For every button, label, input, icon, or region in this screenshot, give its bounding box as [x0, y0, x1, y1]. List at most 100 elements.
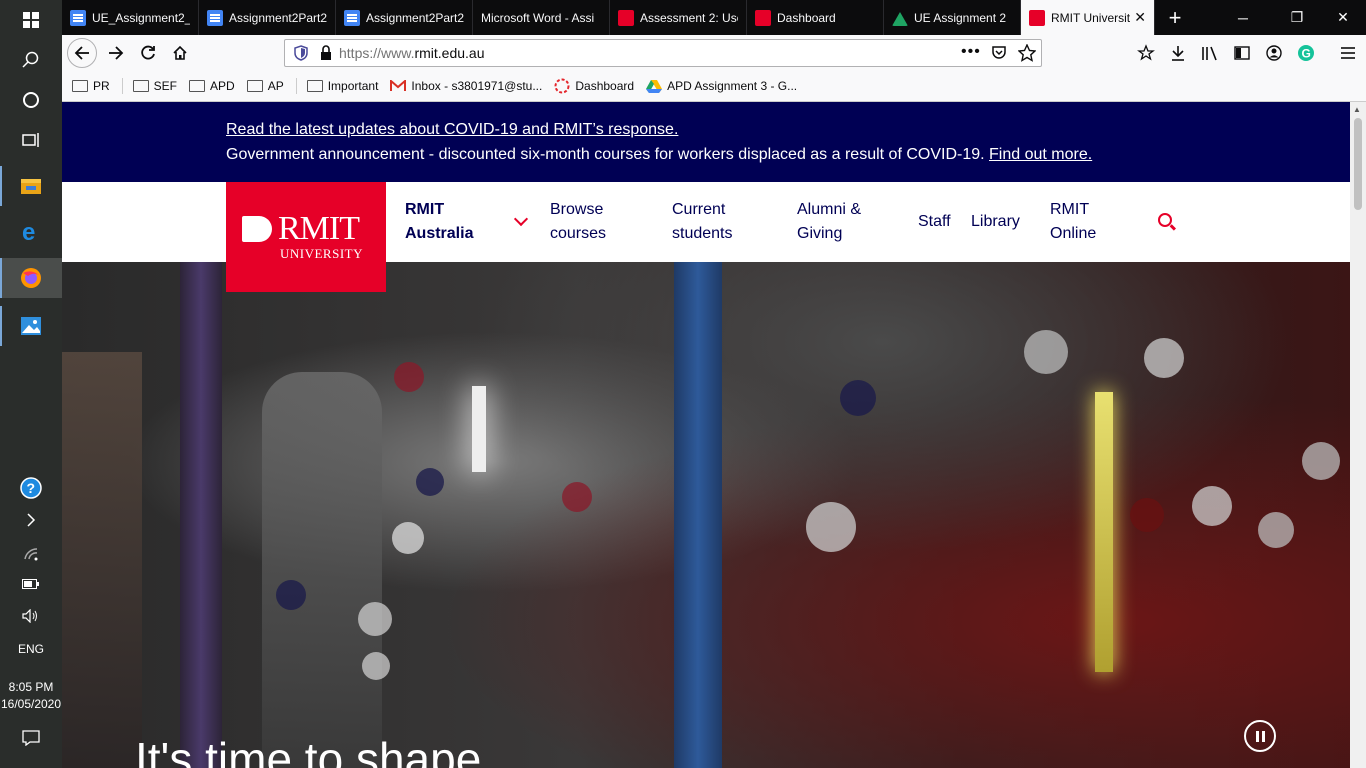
- hero-particle: [1130, 498, 1164, 532]
- page-actions-menu-icon[interactable]: •••: [961, 43, 981, 61]
- firefox-button[interactable]: [0, 258, 62, 298]
- volume-button[interactable]: [0, 596, 62, 636]
- navigation-toolbar: https://www.rmit.edu.au ••• G: [62, 35, 1366, 71]
- forward-button[interactable]: [102, 39, 130, 67]
- pocket-icon[interactable]: [991, 45, 1007, 61]
- tab-label: Assignment2Part2: [229, 10, 327, 25]
- bookmark-dashboard[interactable]: Dashboard: [554, 78, 634, 94]
- address-bar[interactable]: https://www.rmit.edu.au •••: [284, 39, 1042, 67]
- sidebar-button[interactable]: [1228, 39, 1256, 67]
- canvas-icon: [755, 9, 771, 26]
- bookmark-folder-apd[interactable]: APD: [189, 79, 235, 93]
- nav-browse-courses[interactable]: Browse courses: [550, 182, 606, 262]
- search-icon[interactable]: [1158, 213, 1172, 227]
- bookmark-folder-sef[interactable]: SEF: [132, 79, 177, 93]
- nav-staff[interactable]: Staff: [918, 182, 951, 262]
- tab-assignment2part2-a[interactable]: Assignment2Part2: [199, 0, 336, 35]
- hero-particle: [806, 502, 856, 552]
- grammarly-button[interactable]: G: [1292, 39, 1320, 67]
- page-scrollbar[interactable]: ▲: [1350, 102, 1366, 768]
- nav-library[interactable]: Library: [971, 182, 1020, 262]
- windows-taskbar: e ? ENG 8:05 PM 16/05/2020: [0, 0, 62, 768]
- bookmark-star-icon[interactable]: [1018, 44, 1036, 62]
- pause-video-button[interactable]: [1244, 720, 1276, 752]
- account-button[interactable]: [1260, 39, 1288, 67]
- bookmark-folder-ap[interactable]: AP: [246, 79, 284, 93]
- start-button[interactable]: [0, 0, 62, 40]
- bookmark-inbox[interactable]: Inbox - s3801971@stu...: [390, 79, 542, 93]
- tab-label: UE_Assignment2_: [92, 10, 190, 25]
- tab-label: Assignment2Part2: [366, 10, 464, 25]
- edge-icon: e: [22, 221, 35, 243]
- star-list-icon: [1137, 44, 1155, 61]
- google-docs-icon: [207, 9, 223, 26]
- tab-rmit-university[interactable]: RMIT Universit ✕: [1021, 0, 1155, 35]
- tab-microsoft-word[interactable]: Microsoft Word - Assi: [473, 0, 610, 35]
- reload-button[interactable]: [134, 39, 162, 67]
- library-button[interactable]: [1196, 39, 1224, 67]
- tab-ue-assignment2-drive[interactable]: UE Assignment 2: [884, 0, 1021, 35]
- covid-updates-link[interactable]: Read the latest updates about COVID-19 a…: [226, 121, 678, 139]
- minimize-button[interactable]: ─: [1220, 0, 1266, 35]
- bookmark-folder-important[interactable]: Important: [306, 79, 378, 93]
- file-explorer-button[interactable]: [0, 166, 62, 206]
- nav-label-line1: Current: [672, 201, 726, 218]
- close-tab-icon[interactable]: ✕: [1134, 9, 1146, 26]
- bookmark-apd-assignment3[interactable]: APD Assignment 3 - G...: [646, 79, 797, 93]
- tab-ue-assignment2[interactable]: UE_Assignment2_: [62, 0, 199, 35]
- task-view-icon: [22, 133, 39, 147]
- back-button[interactable]: [67, 38, 97, 68]
- wifi-icon: [24, 548, 38, 561]
- region-label-line1: RMIT: [405, 201, 445, 218]
- home-button[interactable]: [166, 39, 194, 67]
- hero-particle: [394, 362, 424, 392]
- clock-time[interactable]: 8:05 PM: [0, 680, 62, 694]
- rmit-icon: [1029, 9, 1045, 26]
- cortana-button[interactable]: [0, 80, 62, 120]
- bookmark-folder-pr[interactable]: PR: [72, 79, 110, 93]
- lock-icon[interactable]: [319, 45, 333, 61]
- scroll-up-arrow-icon[interactable]: ▲: [1353, 105, 1361, 114]
- edge-button[interactable]: e: [0, 212, 62, 252]
- logo-wordmark: RMIT: [278, 210, 360, 247]
- new-tab-button[interactable]: +: [1155, 0, 1195, 35]
- search-button[interactable]: [0, 40, 62, 80]
- nav-rmit-online[interactable]: RMIT Online: [1050, 182, 1096, 262]
- tracking-protection-icon[interactable]: [293, 45, 309, 61]
- bookmarks-toolbar-button[interactable]: [1132, 39, 1160, 67]
- close-window-button[interactable]: ✕: [1320, 0, 1366, 35]
- app-menu-button[interactable]: [1334, 39, 1362, 67]
- home-icon: [173, 45, 187, 60]
- clock-date[interactable]: 16/05/2020: [0, 697, 62, 711]
- tab-assignment2part2-b[interactable]: Assignment2Part2: [336, 0, 473, 35]
- scrollbar-thumb[interactable]: [1354, 118, 1362, 210]
- input-language[interactable]: ENG: [0, 642, 62, 656]
- google-drive-icon: [892, 10, 908, 26]
- downloads-button[interactable]: [1164, 39, 1192, 67]
- announcement-text: Government announcement - discounted six…: [226, 146, 1092, 164]
- url-text[interactable]: https://www.rmit.edu.au: [339, 45, 485, 61]
- region-label-line2: Australia: [405, 225, 474, 242]
- nav-label-line2: Online: [1050, 225, 1097, 242]
- nav-label-line1: RMIT: [1050, 201, 1090, 218]
- nav-alumni-giving[interactable]: Alumni & Giving: [797, 182, 861, 262]
- sidebar-icon: [1234, 46, 1250, 60]
- tab-label: UE Assignment 2: [914, 10, 1007, 25]
- rmit-logo[interactable]: RMIT UNIVERSITY: [226, 182, 386, 292]
- action-center-button[interactable]: [0, 718, 62, 758]
- find-out-more-link[interactable]: Find out more.: [989, 146, 1092, 163]
- download-icon: [1172, 46, 1184, 61]
- task-view-button[interactable]: [0, 120, 62, 160]
- svg-text:?: ?: [27, 480, 36, 496]
- tab-assessment2[interactable]: Assessment 2: Use: [610, 0, 747, 35]
- nav-current-students[interactable]: Current students: [672, 182, 732, 262]
- rmit-pixel-mark-icon: [242, 216, 272, 242]
- help-icon: ?: [20, 477, 42, 499]
- photos-button[interactable]: [0, 306, 62, 346]
- tab-dashboard[interactable]: Dashboard: [747, 0, 884, 35]
- toolbar-separator: [295, 78, 297, 94]
- restore-button[interactable]: ❐: [1274, 0, 1320, 35]
- nav-label-line2: students: [672, 225, 733, 242]
- chevron-down-icon[interactable]: [513, 211, 529, 227]
- region-selector[interactable]: RMIT Australia: [405, 182, 473, 262]
